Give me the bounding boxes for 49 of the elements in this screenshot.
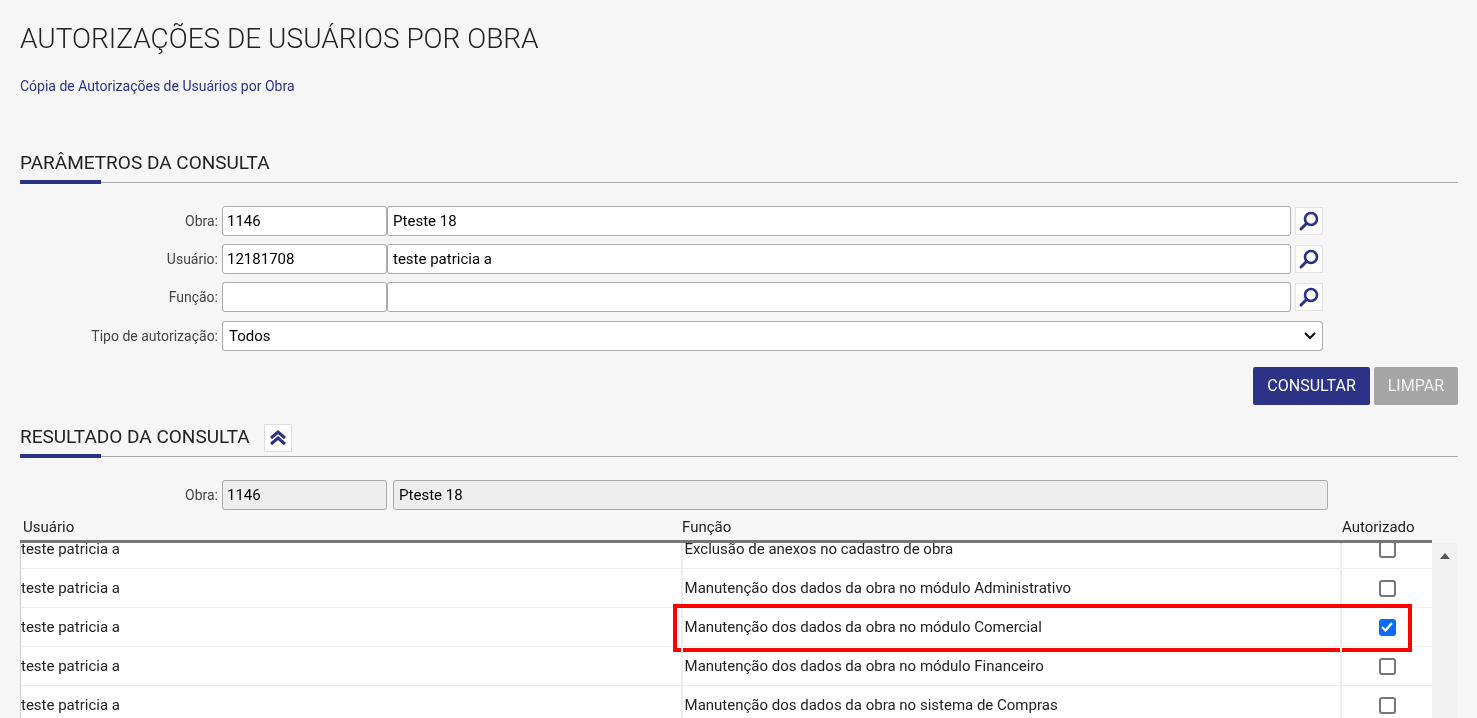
field-label: Tipo de autorização: [91, 326, 218, 346]
page-subtitle: Cópia de Autorizações de Usuários por Obra [20, 77, 295, 96]
table-cell-text: teste patricia a [21, 616, 120, 638]
field-label: Obra: [185, 485, 218, 505]
column-header: Usuário [23, 517, 75, 536]
table-cell-text: Exclusão de anexos no cadastro de obra [684, 543, 954, 560]
checkbox[interactable] [1378, 618, 1396, 636]
checkbox[interactable] [1378, 579, 1396, 597]
collapse-button[interactable] [263, 423, 292, 452]
name-field[interactable]: teste patricia a [387, 244, 1291, 274]
check-icon [1381, 622, 1394, 632]
scroll-up-icon [1440, 553, 1450, 559]
search-icon [1298, 210, 1320, 232]
table-cell-text: teste patricia a [21, 655, 120, 677]
code-field[interactable]: 1146 [222, 206, 387, 236]
name-field[interactable]: Pteste 18 [387, 206, 1291, 236]
authorization-type-select[interactable]: Todos [222, 321, 1323, 351]
checkbox[interactable] [1378, 696, 1396, 714]
table-cell-text: teste patricia a [21, 543, 120, 560]
section-title: RESULTADO DA CONSULTA [20, 424, 250, 451]
checkbox[interactable] [1378, 543, 1396, 558]
table-cell-text: Manutenção dos dados da obra no módulo Financeiro [684, 655, 1044, 677]
search-icon [1298, 286, 1320, 308]
search-button[interactable] [1295, 283, 1323, 311]
table-cell-text: Manutenção dos dados da obra no sistema de Compras [684, 694, 1058, 716]
table-cell-text: Manutenção dos dados da obra no módulo Comercial [684, 616, 1042, 638]
double-chevron-icon [268, 429, 287, 446]
field-label: Usuário: [166, 249, 218, 269]
code-field[interactable]: 1146 [222, 480, 387, 510]
code-field[interactable] [222, 282, 387, 312]
field-label: Função: [168, 287, 218, 307]
checkbox[interactable] [1378, 657, 1396, 675]
name-field[interactable]: Pteste 18 [393, 480, 1328, 510]
table-cell-text: teste patricia a [21, 577, 120, 599]
search-button[interactable] [1295, 207, 1323, 235]
search-icon [1298, 248, 1320, 270]
consult-button[interactable]: CONSULTAR [1253, 367, 1370, 405]
column-header: Função [682, 517, 732, 536]
column-header: Autorizado [1342, 517, 1415, 536]
code-field[interactable]: 12181708 [222, 244, 387, 274]
name-field[interactable] [387, 282, 1291, 312]
table-cell-text: teste patricia a [21, 694, 120, 716]
search-button[interactable] [1295, 245, 1323, 273]
scrollbar[interactable] [1432, 543, 1458, 718]
field-label: Obra: [185, 211, 218, 231]
page-title: AUTORIZAÇÕES DE USUÁRIOS POR OBRA [20, 21, 539, 56]
section-title: PARÂMETROS DA CONSULTA [20, 150, 270, 177]
chevron-down-icon [1304, 332, 1316, 340]
table-cell-text: Manutenção dos dados da obra no módulo Administrativo [684, 577, 1072, 599]
